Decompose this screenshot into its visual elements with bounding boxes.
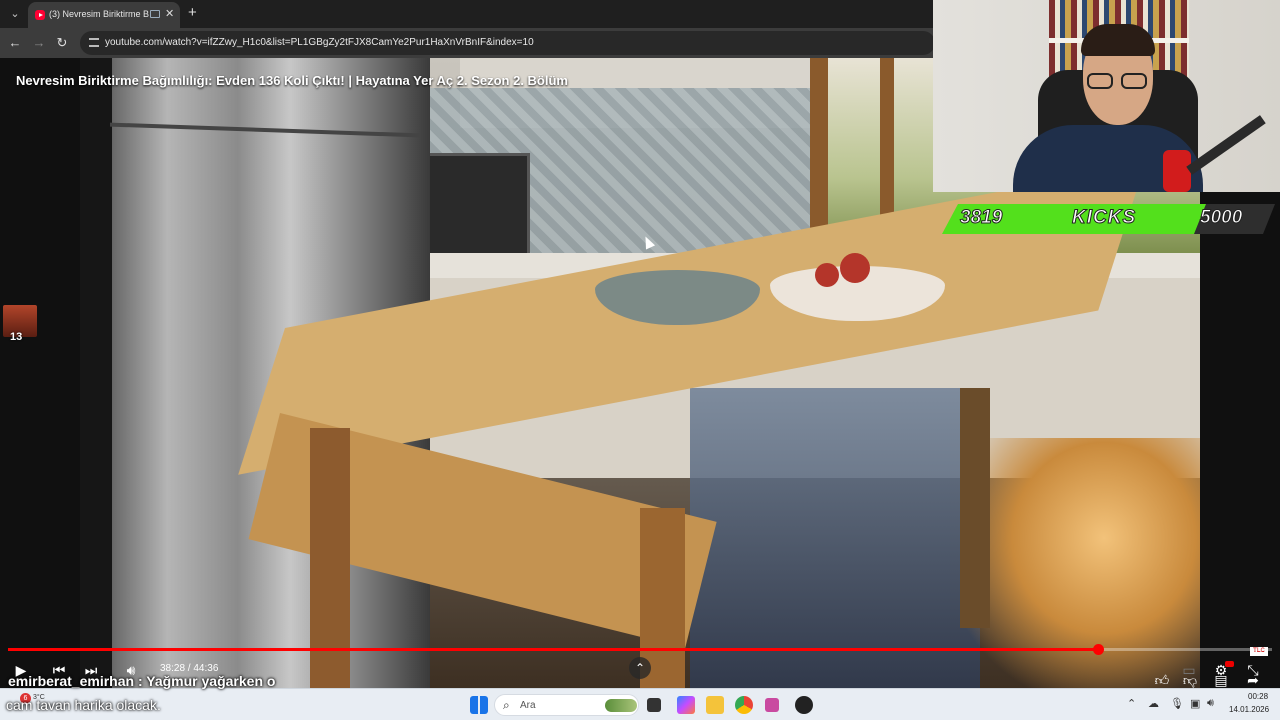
kicks-goal-bar: 3819 KICKS 5000 xyxy=(942,204,1275,234)
cam-red-object xyxy=(1163,150,1191,192)
back-icon[interactable]: ← xyxy=(6,34,24,52)
exit-fullscreen-icon[interactable]: ⤡ xyxy=(1242,660,1264,680)
new-tab-icon[interactable]: + xyxy=(188,4,197,21)
hd-badge xyxy=(1225,661,1234,667)
forward-icon[interactable]: → xyxy=(30,34,48,52)
reload-icon[interactable]: ↻ xyxy=(53,34,71,52)
like-icon[interactable]: 👍︎ xyxy=(1150,670,1174,688)
tray-chevron-up-icon[interactable]: ⌃ xyxy=(1127,697,1136,710)
clock-time[interactable]: 00:28 xyxy=(1248,692,1268,701)
copilot-icon[interactable] xyxy=(677,696,695,714)
letterbox-left xyxy=(0,58,80,688)
chat-username: emirberat_emirhan xyxy=(8,673,135,689)
scene-oven xyxy=(425,153,530,263)
scene-apple xyxy=(815,263,839,287)
close-tab-icon[interactable]: ✕ xyxy=(165,7,174,20)
file-explorer-icon[interactable] xyxy=(706,696,724,714)
network-icon[interactable]: ▣ xyxy=(1190,697,1200,710)
taskbar-search[interactable]: ⌕ Ara xyxy=(494,694,639,716)
tab-title: (3) Nevresim Biriktirme Bağı xyxy=(49,9,149,19)
youtube-favicon-icon xyxy=(35,10,45,20)
chat-text-line2: cam tavan harika olacak. xyxy=(6,697,161,713)
windows-start-icon[interactable] xyxy=(470,696,488,714)
chat-text-line1: Yağmur yağarken o xyxy=(146,673,276,689)
scene-island-underside xyxy=(690,388,980,688)
cam-glasses xyxy=(1087,73,1151,89)
progress-scrubber[interactable] xyxy=(1092,644,1104,655)
kicks-current: 3819 xyxy=(959,207,1003,229)
task-view-icon[interactable] xyxy=(647,698,661,712)
subtitles-icon[interactable]: ▭ xyxy=(1178,660,1200,680)
site-info-icon[interactable] xyxy=(89,38,99,47)
scene-island-leg xyxy=(960,388,990,628)
chrome-icon[interactable] xyxy=(735,696,753,714)
obs-icon[interactable] xyxy=(795,696,813,714)
windows-taskbar: 6 3°C ⌕ Ara ⌃ ☁ 🎙︎ ▣ 🔊︎ 00:28 14.01.2026 xyxy=(0,688,1280,720)
screen: ⌄ (3) Nevresim Biriktirme Bağı ✕ + ← → ↻… xyxy=(0,0,1280,720)
kicks-label: KICKS xyxy=(1071,207,1137,229)
clock-date[interactable]: 14.01.2026 xyxy=(1229,705,1269,714)
video-title[interactable]: Nevresim Biriktirme Bağımlılığı: Evden 1… xyxy=(16,73,568,88)
cam-person-hair xyxy=(1081,24,1155,56)
snipping-tool-icon[interactable] xyxy=(765,698,779,712)
tab-search-icon[interactable]: ⌄ xyxy=(6,5,24,23)
microphone-icon[interactable]: 🎙︎ xyxy=(1170,697,1184,710)
address-bar[interactable]: youtube.com/watch?v=ifZZwy_H1c0&list=PL1… xyxy=(80,31,935,55)
progress-played xyxy=(8,648,1098,651)
search-highlight-image xyxy=(605,699,637,712)
scene-apple xyxy=(840,253,870,283)
chat-message: emirberat_emirhan : Yağmur yağarken o xyxy=(8,673,275,689)
webcam-overlay xyxy=(933,0,1280,192)
browser-tab[interactable]: (3) Nevresim Biriktirme Bağı ✕ xyxy=(28,2,180,28)
chat-separator: : xyxy=(137,673,143,689)
scene-fridge-edge xyxy=(80,58,112,688)
cloud-icon[interactable]: ☁ xyxy=(1148,697,1159,710)
kicks-goal: 5000 xyxy=(1199,207,1243,229)
progress-bar[interactable] xyxy=(8,644,1272,655)
cam-mic-arm xyxy=(1186,115,1266,175)
chevron-up-icon[interactable]: ⌃ xyxy=(629,657,651,679)
avatar-badge: 13 xyxy=(10,331,23,343)
search-icon: ⌕ xyxy=(503,698,510,712)
speaker-icon[interactable]: 🔊︎ xyxy=(1207,697,1214,710)
cast-icon xyxy=(150,10,160,18)
url-text: youtube.com/watch?v=ifZZwy_H1c0&list=PL1… xyxy=(105,37,534,48)
search-placeholder: Ara xyxy=(520,700,536,711)
